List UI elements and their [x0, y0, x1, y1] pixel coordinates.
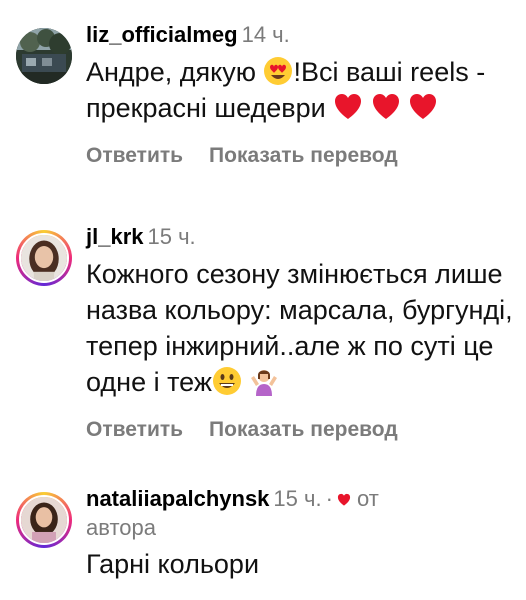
timestamp: 14 ч.: [241, 22, 290, 47]
username[interactable]: jl_krk: [86, 224, 144, 249]
avatar-image: [19, 495, 69, 545]
red-heart-emoji-icon: [335, 94, 362, 119]
reply-button[interactable]: Ответить: [86, 144, 183, 167]
comment-body: jl_krk 15 ч. Кожного сезону змінюється ли…: [86, 222, 514, 442]
red-heart-emoji-icon: [410, 94, 437, 119]
separator: ·: [325, 486, 333, 511]
avatar-photo: [21, 497, 67, 543]
red-heart-emoji-icon: [372, 94, 399, 119]
comment-meta: nataliiapalchynsk 15 ч. · от: [86, 484, 514, 514]
comment-text: Андре, дякую !Всі ваші reels - прекрасні…: [86, 54, 514, 126]
avatar[interactable]: [16, 492, 72, 548]
comment-text-part: Андре, дякую: [86, 57, 264, 87]
comment-actions: Ответить Показать перевод: [86, 418, 514, 442]
avatar[interactable]: [16, 28, 72, 84]
username[interactable]: nataliiapalchynsk: [86, 486, 269, 511]
comment-meta: jl_krk 15 ч.: [86, 222, 514, 252]
comment-body: nataliiapalchynsk 15 ч. · от автора Гарні …: [86, 484, 514, 582]
author-label: от: [357, 486, 379, 511]
heart-icon: [337, 493, 350, 506]
comments-list: liz_officialmeg 14 ч. Андре, дякую !Всі в…: [0, 0, 526, 600]
comment-text: Гарні кольори: [86, 549, 260, 579]
show-translation-button[interactable]: Показать перевод: [209, 144, 398, 167]
person-shrugging-emoji-icon: [251, 370, 278, 396]
comment-meta: liz_officialmeg 14 ч.: [86, 20, 514, 50]
avatar-image: [19, 233, 69, 283]
show-translation-button[interactable]: Показать перевод: [209, 418, 398, 441]
timestamp: 15 ч.: [273, 486, 322, 511]
timestamp: 15 ч.: [147, 224, 196, 249]
comment-body: liz_officialmeg 14 ч. Андре, дякую !Всі в…: [86, 20, 514, 168]
author-label-line: автора: [86, 515, 156, 540]
avatar[interactable]: [16, 230, 72, 286]
username[interactable]: liz_officialmeg: [86, 22, 238, 47]
avatar-photo: [16, 28, 72, 84]
avatar-photo: [21, 235, 67, 281]
grinning-emoji-icon: [212, 367, 241, 395]
comment-text-part: Кожного сезону змінюється лише назва кол…: [86, 259, 513, 397]
heart-eyes-emoji-icon: [264, 57, 293, 85]
comment-text: Кожного сезону змінюється лише назва кол…: [86, 256, 514, 400]
reply-button[interactable]: Ответить: [86, 418, 183, 441]
comment-actions: Ответить Показать перевод: [86, 144, 514, 168]
